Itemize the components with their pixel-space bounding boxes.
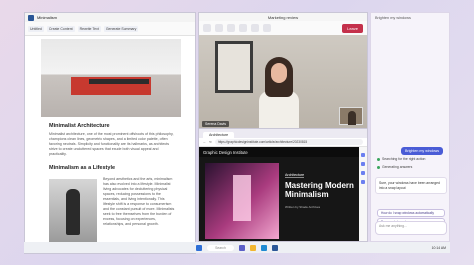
taskbar: Search 10:14 AM (24, 242, 450, 253)
start-icon[interactable] (196, 244, 203, 251)
article-image (205, 163, 279, 239)
word-title: Minimalism (37, 15, 57, 20)
teams-icon[interactable] (238, 244, 245, 251)
word-icon[interactable] (271, 244, 278, 251)
heading-architecture: Minimalist Architecture (49, 123, 110, 129)
ribbon-untitled[interactable]: Untitled (28, 25, 44, 32)
search-icon[interactable] (361, 162, 365, 166)
share-icon[interactable] (263, 24, 271, 32)
user-message: Brighten my windows (401, 147, 443, 155)
time: 10:14 AM (431, 245, 446, 250)
ribbon-create-content[interactable]: Create Content (46, 25, 75, 32)
teams-toolbar: Leave (199, 21, 367, 35)
react-icon[interactable] (227, 24, 235, 32)
architecture-image (41, 39, 181, 117)
refresh-icon[interactable]: ↻ (209, 140, 212, 144)
article-kicker: Architecture (285, 173, 305, 178)
word-titlebar: Minimalism (25, 13, 195, 22)
edge-tabs: Architecture (199, 129, 367, 138)
shopping-icon[interactable] (361, 171, 365, 175)
ribbon-generate-summary[interactable]: Generate Summary (103, 25, 139, 32)
para-architecture: Minimalist architecture, one of the most… (49, 132, 174, 156)
participant-name: Serena Davis (202, 121, 230, 127)
word-logo-icon (28, 14, 34, 21)
chat-icon[interactable] (203, 24, 211, 32)
participant-video (259, 57, 299, 129)
back-icon[interactable]: ← (203, 140, 206, 144)
site-name[interactable]: Graphic Design Institute (199, 147, 361, 157)
status-text: Searching for the right action (382, 157, 426, 161)
copilot-pane: Brighten my windows Brighten my windows … (370, 12, 450, 242)
edge-window: Architecture ← ↻ https://graphicdesignin… (198, 128, 368, 242)
word-document[interactable]: Minimalist Architecture Minimalist archi… (33, 39, 189, 244)
leave-button[interactable]: Leave (342, 23, 363, 33)
tools-icon[interactable] (361, 180, 365, 184)
copilot-reply: Sure, your windows have been arranged in… (375, 177, 447, 195)
ribbon-rewrite-text[interactable]: Rewrite Text (77, 25, 101, 32)
check-icon (377, 157, 380, 161)
video-feed: Serena Davis (199, 35, 367, 129)
article-byline: Written by Shade Archives (285, 205, 321, 209)
explorer-icon[interactable] (249, 244, 256, 251)
edge-sidebar (359, 147, 367, 241)
people-icon[interactable] (215, 24, 223, 32)
teams-title: Marketing review (199, 13, 367, 21)
ask-input[interactable]: Ask me anything... (375, 221, 447, 235)
edge-icon[interactable] (260, 244, 267, 251)
article-title: Mastering Modern Minimalism (285, 181, 354, 199)
status-generating: Generating answers (377, 165, 412, 169)
clock[interactable]: 10:14 AM (432, 246, 446, 250)
word-ribbon: Untitled Create Content Rewrite Text Gen… (25, 22, 195, 36)
para-lifestyle: Beyond aesthetics and the arts, minimali… (103, 177, 175, 226)
tab-architecture[interactable]: Architecture (203, 132, 235, 138)
article-text: Architecture Mastering Modern Minimalism… (285, 163, 355, 209)
status-text: Generating answers (382, 165, 413, 169)
check-icon (377, 165, 380, 169)
self-view (339, 107, 363, 125)
teams-window: Marketing review Leave Serena Davis (198, 12, 368, 130)
web-page: Graphic Design Institute Architecture Ma… (199, 147, 361, 241)
copilot-title: Brighten my windows (375, 16, 411, 20)
camera-icon[interactable] (239, 24, 247, 32)
taskbar-search[interactable]: Search (207, 244, 234, 251)
heading-lifestyle: Minimalism as a Lifestyle (49, 165, 116, 171)
url-field[interactable]: https://graphicdesigninstitute.com/artic… (214, 139, 363, 145)
suggestion-chip[interactable]: How do I snap windows automatically (377, 209, 445, 217)
address-bar: ← ↻ https://graphicdesigninstitute.com/a… (199, 138, 367, 147)
lifestyle-image (49, 179, 97, 243)
copilot-icon[interactable] (361, 153, 365, 157)
word-window: Minimalism Untitled Create Content Rewri… (24, 12, 196, 254)
mic-icon[interactable] (251, 24, 259, 32)
status-searching: Searching for the right action (377, 157, 425, 161)
